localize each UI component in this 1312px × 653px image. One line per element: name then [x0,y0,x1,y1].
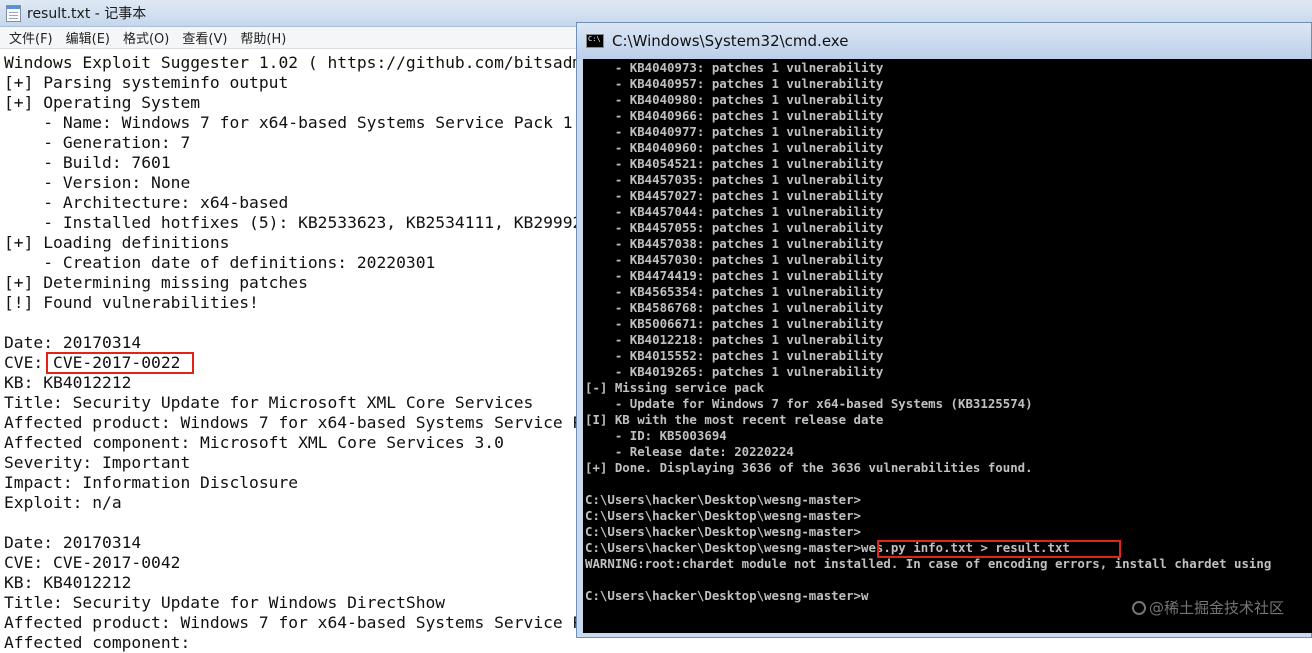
cmd-line: - Update for Windows 7 for x64-based Sys… [585,396,1033,411]
cmd-line: - KB4015552: patches 1 vulnerability [585,348,884,363]
cmd-console[interactable]: - KB4040973: patches 1 vulnerability - K… [583,59,1312,633]
menu-format[interactable]: 格式(O) [123,28,169,47]
cmd-app-icon [586,34,604,48]
cmd-window-title: C:\Windows\System32\cmd.exe [612,32,849,50]
cmd-title-bar[interactable]: C:\Windows\System32\cmd.exe [577,23,1311,59]
cmd-line: - KB4040977: patches 1 vulnerability [585,124,884,139]
cmd-line: [+] Done. Displaying 3636 of the 3636 vu… [585,460,1033,475]
cmd-line: [I] KB with the most recent release date [585,412,884,427]
watermark: @稀土掘金技术社区 [1132,597,1284,618]
cmd-output: - KB4040973: patches 1 vulnerability - K… [585,60,1271,604]
cmd-line: - KB5006671: patches 1 vulnerability [585,316,884,331]
cmd-line: - KB4457038: patches 1 vulnerability [585,236,884,251]
menu-edit[interactable]: 编辑(E) [66,28,110,47]
cmd-line: - KB4019265: patches 1 vulnerability [585,364,884,379]
cmd-line: - KB4040960: patches 1 vulnerability [585,140,884,155]
cve-highlight-box [46,352,194,374]
cmd-line: [-] Missing service pack [585,380,765,395]
command-highlight-box [877,540,1121,558]
cmd-line: - KB4040973: patches 1 vulnerability [585,60,884,75]
cmd-line: - KB4457030: patches 1 vulnerability [585,252,884,267]
cmd-line: - KB4457027: patches 1 vulnerability [585,188,884,203]
cmd-window: C:\Windows\System32\cmd.exe - KB4040973:… [576,22,1312,638]
cmd-line: - KB4474419: patches 1 vulnerability [585,268,884,283]
cmd-line: C:\Users\hacker\Desktop\wesng-master> [585,508,862,523]
cmd-line: - KB4586768: patches 1 vulnerability [585,300,884,315]
cmd-line: - KB4457055: patches 1 vulnerability [585,220,884,235]
cmd-line: - KB4040980: patches 1 vulnerability [585,92,884,107]
cmd-line: - KB4040966: patches 1 vulnerability [585,108,884,123]
menu-view[interactable]: 查看(V) [182,28,227,47]
cmd-line [585,476,1271,492]
cmd-line: - Release date: 20220224 [585,444,794,459]
cmd-line: - KB4054521: patches 1 vulnerability [585,156,884,171]
notepad-app-icon [6,4,21,22]
notepad-window-title: result.txt - 记事本 [27,6,147,22]
watermark-text: @稀土掘金技术社区 [1149,599,1285,617]
cmd-line: - KB4457044: patches 1 vulnerability [585,204,884,219]
cmd-line [585,572,1271,588]
juejin-logo-icon [1132,601,1146,615]
cmd-line: C:\Users\hacker\Desktop\wesng-master> [585,524,862,539]
cmd-line: C:\Users\hacker\Desktop\wesng-master> [585,492,862,507]
menu-file[interactable]: 文件(F) [9,28,53,47]
menu-help[interactable]: 帮助(H) [240,28,286,47]
cmd-line: - KB4457035: patches 1 vulnerability [585,172,884,187]
cmd-line: - KB4040957: patches 1 vulnerability [585,76,884,91]
cmd-line: - KB4565354: patches 1 vulnerability [585,284,884,299]
cmd-line: - ID: KB5003694 [585,428,727,443]
cmd-line: - KB4012218: patches 1 vulnerability [585,332,884,347]
cmd-line: WARNING:root:chardet module not installe… [585,556,1272,571]
